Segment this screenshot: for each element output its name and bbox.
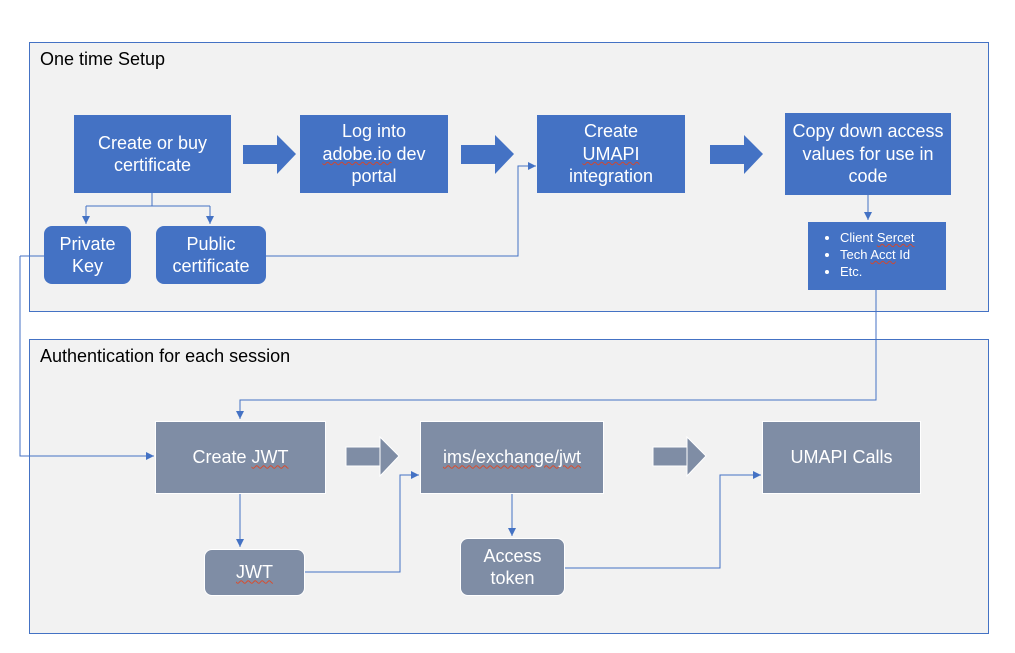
box-public-cert: Public certificate	[156, 226, 266, 284]
section-setup-title: One time Setup	[40, 49, 165, 70]
box-access-values: Client Sercet Tech Acct Id Etc.	[808, 222, 946, 290]
box-umapi-calls: UMAPI Calls	[762, 421, 921, 494]
box-ims-exchange: ims/exchange/jwt	[420, 421, 604, 494]
box-jwt-text: JWT	[236, 561, 273, 584]
box-login-text: Log into adobe.io dev portal	[306, 120, 442, 188]
box-create-umapi-text: Create UMAPI integration	[569, 120, 653, 188]
bullet-etc: Etc.	[840, 264, 936, 279]
section-auth-title: Authentication for each session	[40, 346, 290, 367]
box-create-umapi: Create UMAPI integration	[537, 115, 685, 193]
box-jwt: JWT	[204, 549, 305, 596]
box-private-key: Private Key	[44, 226, 131, 284]
access-values-list: Client Sercet Tech Acct Id Etc.	[826, 230, 936, 279]
box-create-jwt-text: Create JWT	[192, 446, 288, 469]
box-create-cert: Create or buy certificate	[74, 115, 231, 193]
box-copy-values: Copy down access values for use in code	[785, 113, 951, 195]
bullet-client-secret: Client Sercet	[840, 230, 936, 245]
box-ims-text: ims/exchange/jwt	[443, 446, 581, 469]
box-login-portal: Log into adobe.io dev portal	[300, 115, 448, 193]
box-access-token: Access token	[460, 538, 565, 596]
bullet-tech-acct-id: Tech Acct Id	[840, 247, 936, 262]
box-create-jwt: Create JWT	[155, 421, 326, 494]
